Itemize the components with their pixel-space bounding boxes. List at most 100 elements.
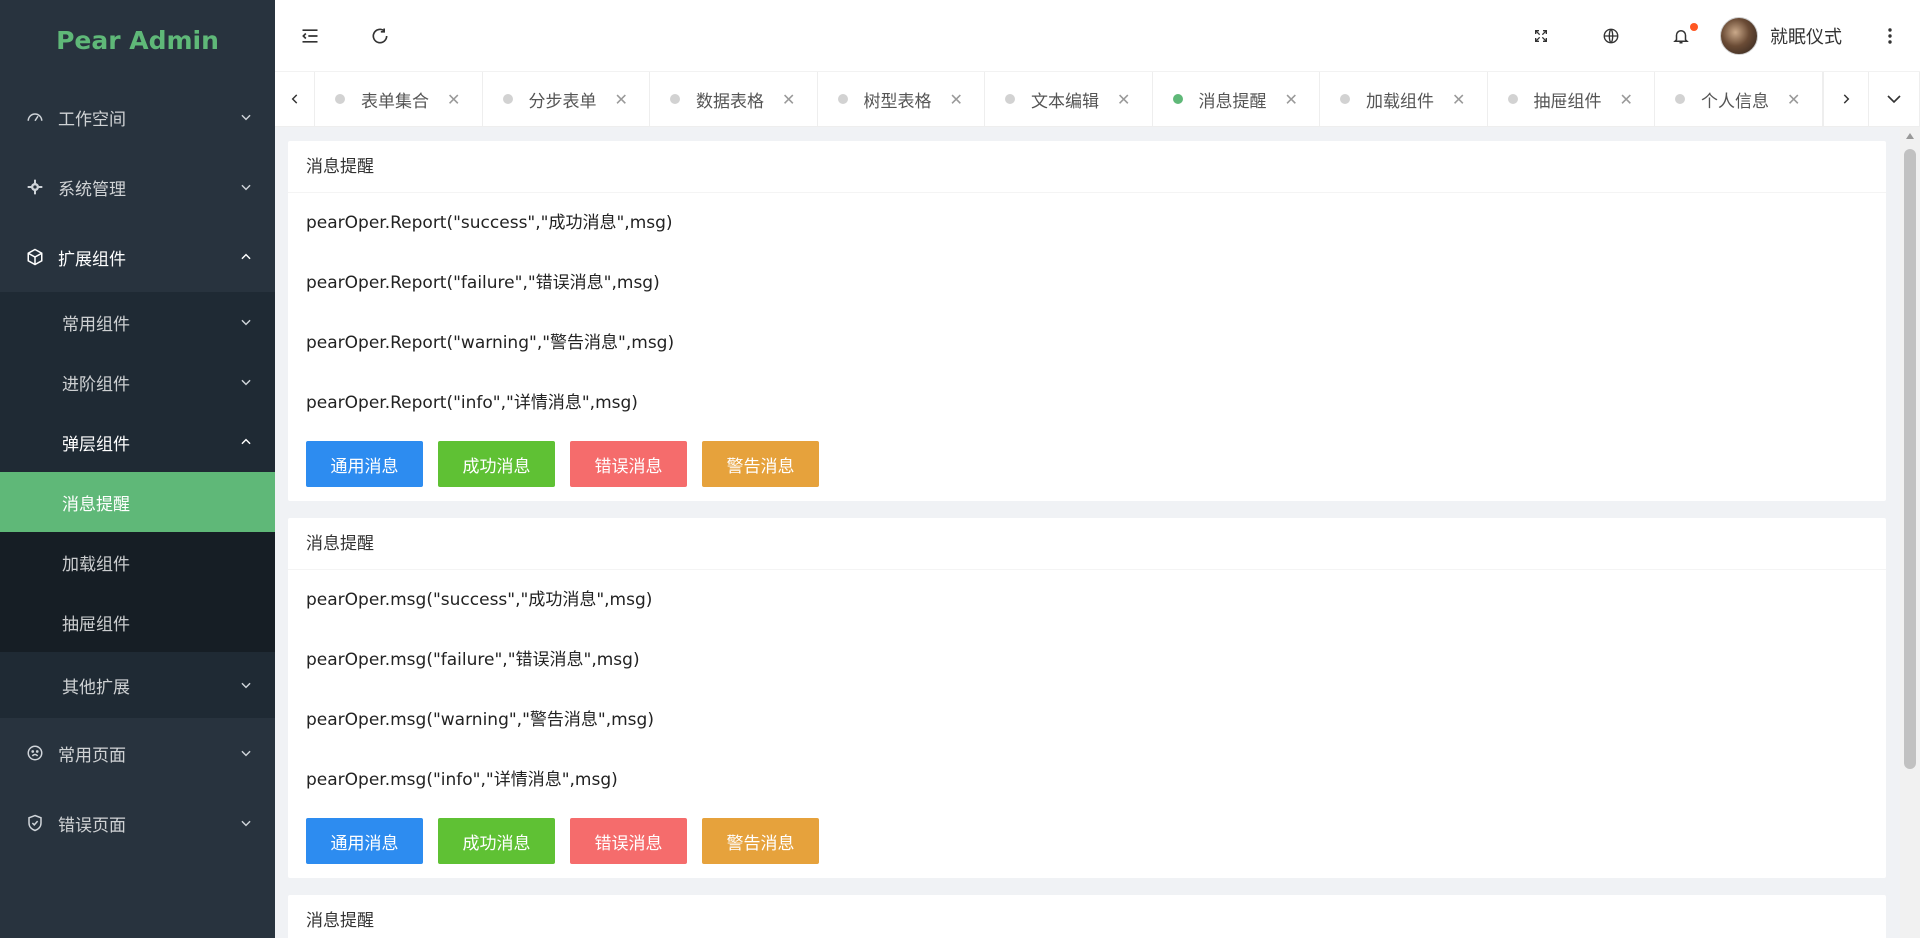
error-message-button[interactable]: 错误消息 bbox=[570, 818, 687, 864]
tab-label: 文本编辑 bbox=[1031, 91, 1099, 112]
close-icon[interactable]: ✕ bbox=[782, 90, 795, 109]
code-line: pearOper.Report("warning","警告消息",msg) bbox=[306, 333, 675, 353]
sidebar-item-label: 扩展组件 bbox=[58, 249, 126, 270]
frown-icon bbox=[24, 742, 46, 764]
close-icon[interactable]: ✕ bbox=[1285, 90, 1298, 109]
sidebar-item-common-pages[interactable]: 常用页面 bbox=[0, 718, 275, 788]
tab-tree-table[interactable]: 树型表格 ✕ bbox=[818, 72, 985, 126]
chevron-left-icon bbox=[288, 92, 302, 106]
refresh-button[interactable] bbox=[345, 0, 415, 72]
tab-dot bbox=[1507, 94, 1518, 104]
tab-label: 加载组件 bbox=[1366, 91, 1434, 112]
close-icon[interactable]: ✕ bbox=[447, 90, 460, 109]
chevron-up-icon bbox=[237, 433, 255, 451]
close-icon[interactable]: ✕ bbox=[615, 90, 628, 109]
close-icon[interactable]: ✕ bbox=[1452, 90, 1465, 109]
notification-button[interactable] bbox=[1646, 0, 1716, 72]
close-icon[interactable]: ✕ bbox=[1787, 90, 1800, 109]
app-logo: Pear Admin bbox=[56, 26, 219, 55]
card-title: 消息提醒 bbox=[288, 141, 1886, 193]
tab-scroll-right-button[interactable] bbox=[1823, 72, 1868, 126]
tab-drawer[interactable]: 抽屉组件 ✕ bbox=[1488, 72, 1655, 126]
code-line: pearOper.Report("failure","错误消息",msg) bbox=[306, 273, 660, 293]
cube-icon bbox=[24, 246, 46, 268]
sidebar: Pear Admin 工作空间 系统管理 扩展组件 常用组件 进阶组件 弹层组件… bbox=[0, 0, 275, 938]
sidebar-item-error-pages[interactable]: 错误页面 bbox=[0, 788, 275, 858]
tab-data-table[interactable]: 数据表格 ✕ bbox=[650, 72, 818, 126]
chevron-up-icon bbox=[237, 248, 255, 266]
globe-icon bbox=[1602, 27, 1620, 45]
sidebar-item-extend[interactable]: 扩展组件 bbox=[0, 222, 275, 292]
extend-submenu: 常用组件 进阶组件 弹层组件 消息提醒 加载组件 抽屉组件 其他扩展 bbox=[0, 292, 275, 718]
normal-message-button[interactable]: 通用消息 bbox=[306, 441, 423, 487]
tab-options-button[interactable] bbox=[1868, 72, 1920, 126]
tab-loading[interactable]: 加载组件 ✕ bbox=[1320, 72, 1488, 126]
message-card: 消息提醒 bbox=[288, 895, 1886, 938]
more-vertical-icon bbox=[1887, 27, 1893, 45]
user-menu[interactable]: 就眠仪式 bbox=[1716, 0, 1860, 72]
tab-label: 消息提醒 bbox=[1198, 91, 1267, 112]
tab-dot-active bbox=[1172, 94, 1183, 104]
chevron-down-icon bbox=[1885, 90, 1903, 108]
sidebar-item-layer-components[interactable]: 弹层组件 bbox=[0, 412, 275, 472]
tab-dot bbox=[670, 94, 680, 104]
message-card: 消息提醒 pearOper.msg("success","成功消息",msg) … bbox=[288, 518, 1886, 878]
sidebar-item-message[interactable]: 消息提醒 bbox=[0, 472, 275, 532]
layer-submenu: 消息提醒 加载组件 抽屉组件 bbox=[0, 472, 275, 652]
tab-text-editor[interactable]: 文本编辑 ✕ bbox=[985, 72, 1153, 126]
sidebar-item-label: 其他扩展 bbox=[62, 677, 130, 698]
sidebar-item-label: 常用组件 bbox=[62, 314, 130, 335]
warning-message-button[interactable]: 警告消息 bbox=[702, 818, 819, 864]
tab-list: 表单集合 ✕ 分步表单 ✕ 数据表格 ✕ 树型表格 ✕ 文本编辑 ✕ 消息提醒 … bbox=[315, 72, 1823, 126]
tab-dot bbox=[837, 94, 848, 104]
gear-icon bbox=[24, 176, 46, 198]
sidebar-item-advanced-components[interactable]: 进阶组件 bbox=[0, 352, 275, 412]
code-line: pearOper.msg("success","成功消息",msg) bbox=[306, 590, 653, 610]
normal-message-button[interactable]: 通用消息 bbox=[306, 818, 423, 864]
close-icon[interactable]: ✕ bbox=[1620, 90, 1633, 109]
fullscreen-button[interactable] bbox=[1506, 0, 1576, 72]
sidebar-item-label: 常用页面 bbox=[58, 745, 126, 766]
scroll-up-arrow-icon[interactable] bbox=[1906, 133, 1914, 139]
dashboard-icon bbox=[24, 106, 46, 128]
sidebar-item-workspace[interactable]: 工作空间 bbox=[0, 82, 275, 152]
close-icon[interactable]: ✕ bbox=[950, 90, 963, 109]
sidebar-item-common-components[interactable]: 常用组件 bbox=[0, 292, 275, 352]
sidebar-item-drawer[interactable]: 抽屉组件 bbox=[0, 592, 275, 652]
warning-message-button[interactable]: 警告消息 bbox=[702, 441, 819, 487]
shield-check-icon bbox=[24, 812, 46, 834]
fullscreen-icon bbox=[1533, 28, 1549, 44]
indent-icon bbox=[300, 26, 320, 46]
scrollbar-thumb[interactable] bbox=[1904, 149, 1916, 769]
sidebar-item-loading[interactable]: 加载组件 bbox=[0, 532, 275, 592]
collapse-menu-button[interactable] bbox=[275, 0, 345, 72]
success-message-button[interactable]: 成功消息 bbox=[438, 441, 555, 487]
button-row: 通用消息 成功消息 错误消息 警告消息 bbox=[306, 818, 1868, 864]
tab-message[interactable]: 消息提醒 ✕ bbox=[1153, 72, 1320, 126]
tab-step-form[interactable]: 分步表单 ✕ bbox=[483, 72, 650, 126]
tab-dot bbox=[335, 94, 345, 104]
tab-dot bbox=[502, 94, 513, 104]
tab-form-collection[interactable]: 表单集合 ✕ bbox=[315, 72, 483, 126]
code-line: pearOper.Report("info","详情消息",msg) bbox=[306, 393, 638, 413]
error-message-button[interactable]: 错误消息 bbox=[570, 441, 687, 487]
tab-label: 个人信息 bbox=[1701, 91, 1769, 112]
chevron-down-icon bbox=[237, 178, 255, 196]
close-icon[interactable]: ✕ bbox=[1117, 90, 1130, 109]
chevron-down-icon bbox=[237, 676, 255, 694]
sidebar-item-system[interactable]: 系统管理 bbox=[0, 152, 275, 222]
tab-profile[interactable]: 个人信息 ✕ bbox=[1655, 72, 1823, 126]
scrollbar[interactable] bbox=[1900, 127, 1920, 938]
card-title: 消息提醒 bbox=[288, 895, 1886, 938]
tab-scroll-left-button[interactable] bbox=[275, 72, 315, 126]
sidebar-item-other-extend[interactable]: 其他扩展 bbox=[0, 652, 275, 718]
more-button[interactable] bbox=[1860, 0, 1920, 72]
success-message-button[interactable]: 成功消息 bbox=[438, 818, 555, 864]
card-body: pearOper.Report("success","成功消息",msg) pe… bbox=[288, 193, 1886, 501]
sidebar-item-label: 工作空间 bbox=[58, 109, 126, 130]
username: 就眠仪式 bbox=[1770, 26, 1842, 48]
language-button[interactable] bbox=[1576, 0, 1646, 72]
chevron-down-icon bbox=[237, 744, 255, 762]
avatar bbox=[1720, 16, 1758, 55]
notification-dot bbox=[1690, 22, 1698, 31]
